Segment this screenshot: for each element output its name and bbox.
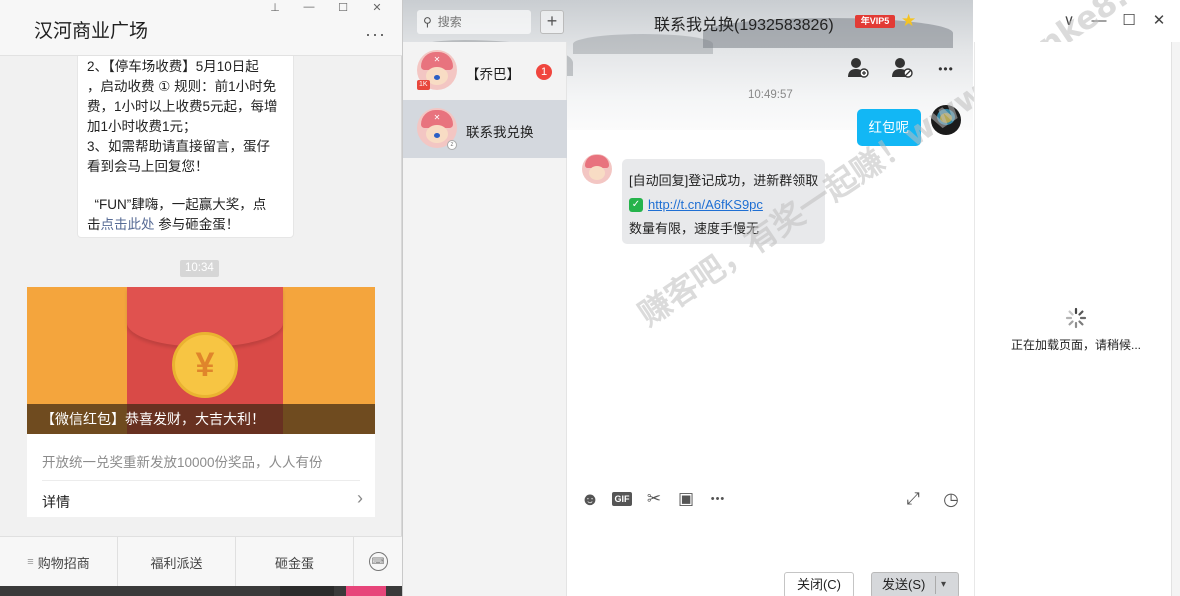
contact-avatar[interactable] xyxy=(582,154,612,184)
qq-chat-window: ⚲ + 联系我兑换(1932583826) 年VIP5 ★ ∨ — ☐ ✕ ✕ … xyxy=(402,0,1180,596)
red-packet-caption: 【微信红包】恭喜发财，大吉大利！ xyxy=(27,404,375,434)
wechat-window: 汉河商业广场 ⊥ — ☐ ✕ ··· 2、【停车场收费】5月10日起 ，启动收费… xyxy=(0,0,402,596)
taskbar-strip xyxy=(0,586,402,596)
wechat-titlebar: 汉河商业广场 ⊥ — ☐ ✕ ··· xyxy=(0,0,402,56)
message-line: [自动回复]登记成功，进新群领取 xyxy=(629,173,819,188)
search-icon: ⚲ xyxy=(423,15,432,29)
wechat-message-area[interactable]: 2、【停车场收费】5月10日起 ，启动收费 ① 规则：前1小时免 费，1小时以上… xyxy=(0,56,402,536)
article-line: 3、如需帮助请直接留言，蛋仔 xyxy=(87,139,271,154)
gif-icon[interactable]: GIF xyxy=(612,492,632,506)
article-line: ，启动收费 ① 规则：前1小时免 xyxy=(87,79,277,94)
conversation-item-exchange[interactable]: ✕ z 联系我兑换 xyxy=(403,100,567,158)
more-options-icon[interactable]: ··· xyxy=(365,24,386,45)
article-line: 加1小时收费1元； xyxy=(87,119,197,134)
pin-icon[interactable]: ⊥ xyxy=(258,0,292,14)
more-tools-icon[interactable]: ••• xyxy=(708,489,728,509)
message-line: 数量有限，速度手慢无 xyxy=(629,221,760,236)
detail-label: 详情 xyxy=(42,494,70,510)
block-user-icon[interactable] xyxy=(889,56,915,82)
collapse-icon[interactable]: ∨ xyxy=(1061,13,1077,29)
message-timestamp: 10:34 xyxy=(180,260,219,277)
level-tag: 1K xyxy=(417,80,430,90)
keyboard-icon: ⌨ xyxy=(368,552,388,571)
minimize-icon[interactable]: — xyxy=(292,0,326,14)
wechat-window-controls: ⊥ — ☐ ✕ xyxy=(258,0,394,14)
search-input[interactable] xyxy=(437,15,518,29)
red-packet-image: ¥ 【微信红包】恭喜发财，大吉大利！ xyxy=(27,287,375,434)
promo-prefix: 击 xyxy=(87,217,101,232)
conversation-list: ✕ 1K 【乔巴】 1 ✕ z 联系我兑换 xyxy=(403,42,567,596)
article-line: 费，1小时以上收费5元起，每增 xyxy=(87,99,278,114)
conversation-item-qiaoba[interactable]: ✕ 1K 【乔巴】 1 xyxy=(403,42,567,100)
click-here-link[interactable]: 点击此处 xyxy=(101,217,155,232)
qq-window-controls: ∨ — ☐ ✕ xyxy=(1061,13,1167,29)
menu-shopping[interactable]: ≡ 购物招商 xyxy=(0,537,118,587)
conversation-name: 联系我兑换 xyxy=(466,125,534,140)
outgoing-message: 红包呢 xyxy=(856,109,921,146)
chat-panel: ••• 10:49:57 红包呢 [自动回复]登记成功，进新群领取 ✓ http… xyxy=(568,0,1180,596)
my-avatar[interactable] xyxy=(931,105,961,135)
red-packet-card[interactable]: ¥ 【微信红包】恭喜发财，大吉大利！ 开放统一兑奖重新发放10000份奖品，人人… xyxy=(27,287,375,517)
message-link[interactable]: http://t.cn/A6fKS9pc xyxy=(648,193,763,217)
close-icon[interactable]: ✕ xyxy=(1151,13,1167,29)
desktop: 汉河商业广场 ⊥ — ☐ ✕ ··· 2、【停车场收费】5月10日起 ，启动收费… xyxy=(0,0,1180,596)
incoming-message: [自动回复]登记成功，进新群领取 ✓ http://t.cn/A6fKS9pc … xyxy=(622,159,825,244)
menu-golden-egg[interactable]: 砸金蛋 xyxy=(236,537,354,587)
menu-label: 福利派送 xyxy=(150,555,203,571)
close-icon[interactable]: ✕ xyxy=(360,0,394,14)
promo-suffix: 参与砸金蛋！ xyxy=(154,217,240,232)
more-icon[interactable]: ••• xyxy=(933,56,959,82)
send-label: 发送(S) xyxy=(882,577,926,592)
chat-toolbar: ••• xyxy=(845,56,959,82)
add-member-icon[interactable] xyxy=(845,56,871,82)
close-button[interactable]: 关闭(C) xyxy=(784,572,854,596)
contact-search[interactable]: ⚲ xyxy=(417,10,531,34)
verified-shield-icon: ✓ xyxy=(629,198,643,212)
chevron-right-icon: › xyxy=(357,488,363,508)
screenshot-scissors-icon[interactable]: ✂ xyxy=(644,489,664,509)
minimize-icon[interactable]: — xyxy=(1091,13,1107,29)
official-account-menu: ≡ 购物招商 福利派送 砸金蛋 ⌨ xyxy=(0,536,402,587)
star-icon[interactable]: ★ xyxy=(901,11,916,31)
message-link-row: ✓ http://t.cn/A6fKS9pc xyxy=(629,193,819,217)
official-account-title: 汉河商业广场 xyxy=(34,20,149,42)
menu-welfare[interactable]: 福利派送 xyxy=(118,537,236,587)
promo-line: “FUN”肆嗨，一起赢大奖，点 xyxy=(87,195,283,215)
image-icon[interactable]: ▣ xyxy=(676,489,696,509)
menu-list-icon: ≡ xyxy=(27,556,34,568)
divider xyxy=(42,480,360,481)
loading-text: 正在加载页面，请稍候... xyxy=(1011,338,1142,352)
expand-icon[interactable]: ⤢ xyxy=(903,489,923,509)
status-icon: z xyxy=(447,140,457,150)
menu-label: 砸金蛋 xyxy=(274,555,314,571)
maximize-icon[interactable]: ☐ xyxy=(1121,13,1137,29)
article-message: 2、【停车场收费】5月10日起 ，启动收费 ① 规则：前1小时免 费，1小时以上… xyxy=(77,56,294,238)
unread-badge: 1 xyxy=(536,64,552,80)
conversation-name: 【乔巴】 xyxy=(466,67,520,82)
qq-titlebar: ⚲ + 联系我兑换(1932583826) 年VIP5 ★ ∨ — ☐ ✕ xyxy=(403,0,1180,42)
maximize-icon[interactable]: ☐ xyxy=(326,0,360,14)
promo-line-2: 击点击此处 参与砸金蛋！ xyxy=(87,215,283,235)
add-button[interactable]: + xyxy=(540,10,564,34)
red-packet-description: 开放统一兑奖重新发放10000份奖品，人人有份 xyxy=(42,455,323,470)
message-time: 10:49:57 xyxy=(748,89,793,101)
yuan-coin-icon: ¥ xyxy=(172,332,238,398)
emoji-icon[interactable]: ☻ xyxy=(580,489,600,509)
side-panel: 正在加载页面，请稍候... xyxy=(974,42,1171,596)
promo-text: “FUN”肆嗨，一起赢大奖，点 xyxy=(94,197,267,212)
window-edge xyxy=(1171,42,1180,596)
chat-title: 联系我兑换(1932583826) xyxy=(654,17,834,34)
message-input[interactable] xyxy=(582,520,962,578)
menu-label: 购物招商 xyxy=(37,555,90,571)
send-options-dropdown-icon[interactable]: ▾ xyxy=(941,573,946,596)
vip-badge[interactable]: 年VIP5 xyxy=(855,15,895,28)
loading-spinner-icon xyxy=(1065,307,1087,329)
keyboard-toggle[interactable]: ⌨ xyxy=(354,537,402,586)
article-line: 2、【停车场收费】5月10日起 xyxy=(87,59,259,74)
article-line: 看到会马上回复您！ xyxy=(87,159,209,174)
history-clock-icon[interactable]: ◷ xyxy=(941,489,961,509)
send-button[interactable]: 发送(S) ▾ xyxy=(871,572,959,596)
